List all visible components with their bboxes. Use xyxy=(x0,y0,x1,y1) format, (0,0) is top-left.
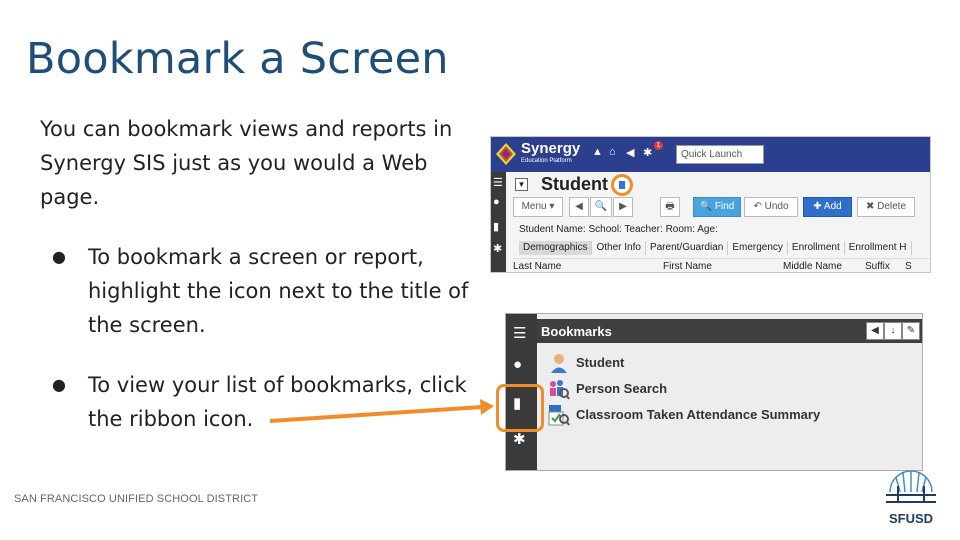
sfusd-logo: SFUSD xyxy=(886,470,936,526)
pointer-arrow xyxy=(269,399,494,423)
logo-text: SFUSD xyxy=(889,511,933,526)
